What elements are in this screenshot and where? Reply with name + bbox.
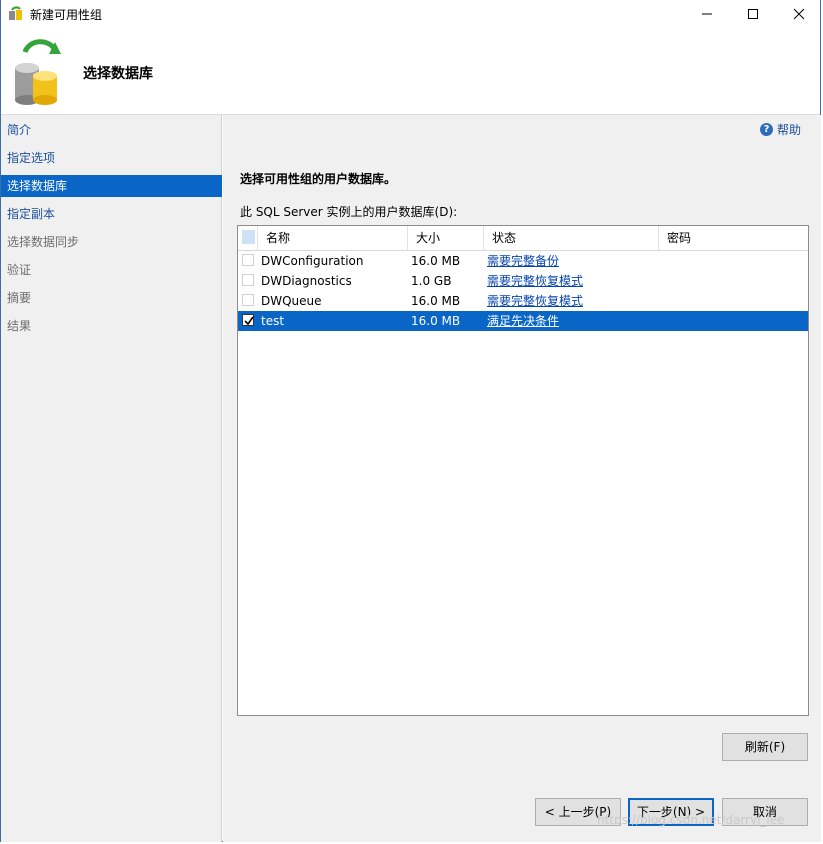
database-name: DWQueue [261,294,322,308]
sidebar-item-specify-replicas[interactable]: 指定副本 [1,203,222,225]
watermark: https://blog.csdn.net/darryl_lee [597,813,785,827]
dialog-window: 新建可用性组 选择数据库 简介 指定选项 选择数据库 指定副本 选择数据同步 验… [0,0,821,842]
wizard-sidebar: 简介 指定选项 选择数据库 指定副本 选择数据同步 验证 摘要 结果 [1,115,222,842]
database-sync-icon [15,39,61,105]
status-link[interactable]: 需要完整备份 [487,251,559,271]
availability-group-icon [9,6,22,20]
wizard-content: ? 帮助 选择可用性组的用户数据库。 此 SQL Server 实例上的用户数据… [223,115,821,842]
title-bar: 新建可用性组 [1,0,820,28]
checkmark-icon [244,316,254,326]
minimize-button[interactable] [684,0,730,28]
table-row[interactable]: DWDiagnostics 1.0 GB 需要完整恢复模式 [238,271,808,291]
page-title: 选择数据库 [83,66,153,82]
status-link[interactable]: 需要完整恢复模式 [487,291,583,311]
sidebar-item-summary: 摘要 [7,291,32,305]
help-link[interactable]: ? 帮助 [759,121,801,138]
database-name: test [261,314,285,328]
sidebar-item-data-sync: 选择数据同步 [7,235,80,249]
sidebar-item-results: 结果 [7,319,32,333]
database-size: 16.0 MB [411,294,461,308]
maximize-button[interactable] [730,0,776,28]
database-size: 16.0 MB [411,254,461,268]
row-checkbox[interactable] [242,254,254,266]
status-link[interactable]: 满足先决条件 [487,311,559,331]
database-name: DWDiagnostics [261,274,352,288]
window-title: 新建可用性组 [30,8,103,22]
database-name: DWConfiguration [261,254,364,268]
database-table: 名称 大小 状态 密码 DWConfiguration 16.0 MB 需要完整… [237,225,809,716]
section-title: 选择可用性组的用户数据库。 [240,172,397,186]
table-header: 名称 大小 状态 密码 [238,226,808,251]
select-all-checkbox[interactable] [238,226,258,250]
wizard-header: 选择数据库 [1,28,820,115]
database-list-label: 此 SQL Server 实例上的用户数据库(D): [240,205,458,219]
status-link[interactable]: 需要完整恢复模式 [487,271,583,291]
database-size: 16.0 MB [411,314,461,328]
sidebar-item-introduction[interactable]: 简介 [1,119,222,141]
row-checkbox-checked[interactable] [242,314,254,326]
column-header-status[interactable]: 状态 [484,226,659,250]
column-header-size[interactable]: 大小 [408,226,484,250]
sidebar-item-select-databases[interactable]: 选择数据库 [1,175,222,197]
close-button[interactable] [776,0,822,28]
help-icon: ? [759,123,773,136]
row-checkbox[interactable] [242,294,254,306]
row-checkbox[interactable] [242,274,254,286]
column-header-name[interactable]: 名称 [258,226,408,250]
sidebar-item-specify-options[interactable]: 指定选项 [1,147,222,169]
maximize-icon [748,9,758,19]
close-icon [793,8,805,20]
help-label: 帮助 [776,123,801,137]
minimize-icon [702,13,712,15]
table-row-selected[interactable]: test 16.0 MB 满足先决条件 [238,311,808,331]
table-row[interactable]: DWConfiguration 16.0 MB 需要完整备份 [238,251,808,271]
column-header-password[interactable]: 密码 [659,226,808,250]
sidebar-item-validation: 验证 [7,263,32,277]
table-row[interactable]: DWQueue 16.0 MB 需要完整恢复模式 [238,291,808,311]
database-size: 1.0 GB [411,274,452,288]
refresh-button[interactable]: 刷新(F) [722,733,808,761]
